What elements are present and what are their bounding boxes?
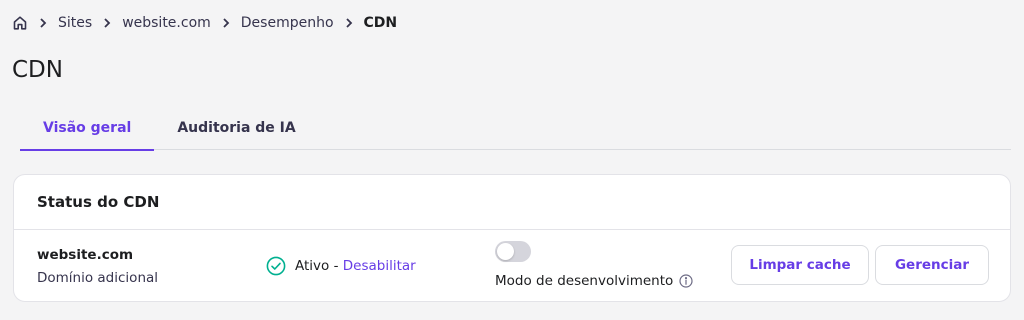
breadcrumb-item-website[interactable]: website.com bbox=[122, 15, 211, 31]
manage-button[interactable]: Gerenciar bbox=[875, 245, 989, 285]
cdn-status-card: Status do CDN website.com Domínio adicio… bbox=[13, 174, 1011, 302]
breadcrumb-item-sites[interactable]: Sites bbox=[58, 15, 92, 31]
tab-bar: Visão geral Auditoria de IA bbox=[20, 105, 1011, 151]
breadcrumb: Sites website.com Desempenho CDN bbox=[12, 13, 397, 33]
status-separator: - bbox=[329, 258, 343, 274]
clear-cache-button[interactable]: Limpar cache bbox=[731, 245, 869, 285]
dev-mode-toggle[interactable] bbox=[495, 241, 531, 262]
chevron-right-icon bbox=[222, 17, 230, 29]
page-title: CDN bbox=[12, 57, 63, 83]
chevron-right-icon bbox=[39, 17, 47, 29]
status-label: Ativo bbox=[295, 258, 330, 274]
home-icon[interactable] bbox=[12, 15, 28, 31]
domain-type: Domínio adicional bbox=[37, 270, 159, 286]
chevron-right-icon bbox=[345, 17, 353, 29]
breadcrumb-item-cdn: CDN bbox=[363, 15, 398, 31]
card-header: Status do CDN bbox=[14, 175, 1010, 230]
disable-link[interactable]: Desabilitar bbox=[343, 258, 416, 274]
toggle-knob bbox=[497, 243, 514, 260]
domain-name: website.com bbox=[37, 247, 134, 263]
chevron-right-icon bbox=[103, 17, 111, 29]
check-circle-icon bbox=[266, 256, 286, 276]
tab-auditoria-ia[interactable]: Auditoria de IA bbox=[154, 105, 318, 150]
cdn-status: Ativo - Desabilitar bbox=[266, 256, 416, 276]
card-title: Status do CDN bbox=[37, 193, 160, 211]
dev-mode-text: Modo de desenvolvimento bbox=[495, 273, 674, 289]
info-icon[interactable] bbox=[679, 274, 693, 288]
tab-visao-geral[interactable]: Visão geral bbox=[20, 105, 155, 151]
breadcrumb-item-desempenho[interactable]: Desempenho bbox=[241, 15, 334, 31]
dev-mode-label: Modo de desenvolvimento bbox=[495, 273, 693, 289]
